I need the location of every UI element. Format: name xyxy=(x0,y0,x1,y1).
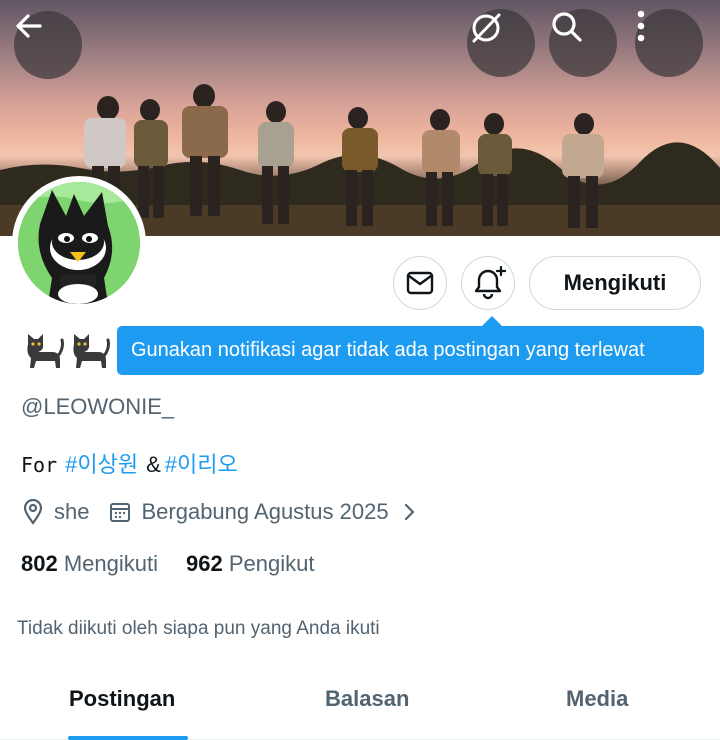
bio-hashtag-link[interactable]: #이리오 xyxy=(165,447,238,479)
bio-prefix: For xyxy=(21,453,58,477)
followers-label: Pengikut xyxy=(228,551,315,576)
follow-stats: 802 Mengikuti 962 Pengikut xyxy=(21,551,314,577)
followed-by-note: Tidak diikuti oleh siapa pun yang Anda i… xyxy=(17,618,380,639)
display-name: 🐈‍⬛🐈‍⬛ xyxy=(22,330,110,370)
followers-stat[interactable]: 962 Pengikut xyxy=(186,551,314,577)
grok-button[interactable] xyxy=(467,9,535,77)
following-count: 802 xyxy=(21,551,58,576)
following-stat[interactable]: 802 Mengikuti xyxy=(21,551,158,577)
search-icon xyxy=(552,12,582,42)
tab-media[interactable]: Media xyxy=(566,686,628,712)
avatar-image xyxy=(18,182,140,304)
bio-hashtag-link[interactable]: #이상원 xyxy=(65,447,138,479)
location-pin-icon xyxy=(23,499,43,525)
message-button[interactable] xyxy=(393,256,447,310)
chevron-right-icon xyxy=(404,503,414,521)
profile-bio: For #이상원 & #이리오 xyxy=(21,447,238,479)
tab-postingan[interactable]: Postingan xyxy=(69,686,175,712)
back-button[interactable] xyxy=(14,11,82,79)
join-date-text: Bergabung Agustus 2025 xyxy=(141,499,389,524)
profile-avatar[interactable] xyxy=(12,176,146,310)
followers-count: 962 xyxy=(186,551,223,576)
calendar-icon xyxy=(110,503,131,522)
profile-handle: @LEOWONIE_ xyxy=(21,394,175,419)
following-button[interactable]: Mengikuti xyxy=(529,256,701,310)
tab-balasan[interactable]: Balasan xyxy=(325,686,409,712)
envelope-icon xyxy=(406,271,434,295)
active-tab-indicator xyxy=(68,736,188,740)
bio-ampersand: & xyxy=(146,452,161,477)
arrow-left-icon xyxy=(16,14,42,38)
location: she xyxy=(22,499,89,525)
search-button[interactable] xyxy=(549,9,617,77)
black-cat-emoji xyxy=(27,334,64,368)
profile-meta: she Bergabung Agustus 2025 xyxy=(22,499,417,525)
profile-tabs: Postingan Balasan Media xyxy=(0,672,720,740)
notification-tooltip[interactable]: Gunakan notifikasi agar tidak ada postin… xyxy=(117,326,704,375)
grok-icon xyxy=(472,13,501,43)
notifications-button[interactable] xyxy=(461,256,515,310)
more-vertical-icon xyxy=(637,10,645,42)
join-date[interactable]: Bergabung Agustus 2025 xyxy=(109,499,416,525)
location-text: she xyxy=(54,499,90,524)
black-cat-emoji xyxy=(73,334,110,368)
following-label: Mengikuti xyxy=(63,551,158,576)
bell-plus-icon xyxy=(474,266,506,300)
more-button[interactable] xyxy=(635,9,703,77)
